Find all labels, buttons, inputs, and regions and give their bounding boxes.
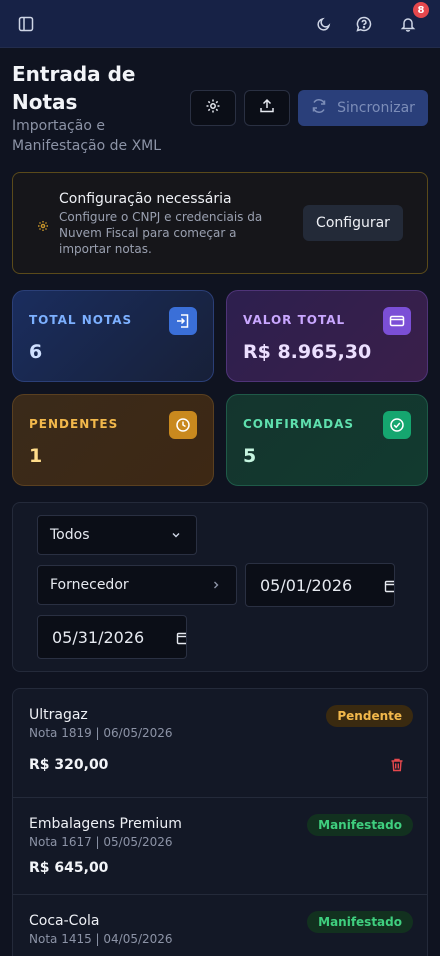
chevron-right-icon (210, 579, 222, 595)
calendar-icon (384, 578, 394, 597)
check-circle-icon (383, 411, 411, 439)
gear-warning-icon (37, 217, 49, 236)
stat-value: 1 (29, 445, 43, 467)
status-badge: Pendente (326, 705, 413, 727)
chevron-down-icon (170, 529, 182, 545)
refresh-icon (311, 98, 327, 118)
list-item[interactable]: Ultragaz Nota 1819 | 06/05/2026 R$ 320,0… (13, 689, 427, 798)
list-item[interactable]: Coca-Cola Nota 1415 | 04/05/2026 Manifes… (13, 895, 427, 956)
supplier-name: Embalagens Premium (29, 816, 182, 832)
notification-badge: 8 (413, 2, 429, 18)
upload-icon (259, 98, 275, 118)
trash-icon[interactable] (389, 757, 405, 777)
supplier-filter[interactable]: Fornecedor (37, 565, 237, 605)
credit-card-icon (383, 307, 411, 335)
status-select[interactable]: Todos (37, 515, 197, 555)
sync-label: Sincronizar (337, 100, 415, 116)
clock-icon (169, 411, 197, 439)
stat-value: 6 (29, 341, 43, 363)
note-amount: R$ 645,00 (29, 860, 109, 876)
moon-icon[interactable] (312, 12, 336, 36)
stat-label: PENDENTES (29, 417, 119, 431)
file-import-icon (169, 307, 197, 335)
date-from-value: 05/01/2026 (260, 575, 353, 595)
stat-card-confirmadas: CONFIRMADAS 5 (226, 394, 428, 486)
stat-value: 5 (243, 445, 257, 467)
notes-list: Ultragaz Nota 1819 | 06/05/2026 R$ 320,0… (12, 688, 428, 956)
configure-button[interactable]: Configurar (303, 205, 403, 241)
config-description: Configure o CNPJ e credenciais da Nuvem … (59, 210, 263, 256)
list-item[interactable]: Embalagens Premium Nota 1617 | 05/05/202… (13, 798, 427, 895)
stat-label: TOTAL NOTAS (29, 313, 133, 327)
status-select-value: Todos (50, 527, 90, 543)
stat-card-total-notas: TOTAL NOTAS 6 (12, 290, 214, 382)
config-title: Configuração necessária (59, 191, 232, 207)
page-title: Entrada de Notas (12, 62, 136, 114)
upload-button[interactable] (244, 90, 290, 126)
help-chat-icon[interactable] (352, 12, 376, 36)
stat-value: R$ 8.965,30 (243, 341, 372, 363)
note-meta: Nota 1617 | 05/05/2026 (29, 835, 173, 849)
config-notice: Configuração necessária Configure o CNPJ… (12, 172, 428, 274)
status-badge: Manifestado (307, 814, 413, 836)
gear-icon (205, 98, 221, 118)
sync-button[interactable]: Sincronizar (298, 90, 428, 126)
date-to-input[interactable]: 05/31/2026 (37, 615, 187, 659)
settings-button[interactable] (190, 90, 236, 126)
stat-label: VALOR TOTAL (243, 313, 346, 327)
date-to-value: 05/31/2026 (52, 627, 145, 647)
status-badge: Manifestado (307, 911, 413, 933)
stat-label: CONFIRMADAS (243, 417, 355, 431)
filters-panel: Todos Fornecedor 05/01/2026 05/31/2026 (12, 502, 428, 672)
supplier-name: Ultragaz (29, 707, 88, 723)
sidebar-toggle-icon[interactable] (14, 12, 38, 36)
calendar-icon (176, 630, 186, 649)
stat-card-pendentes: PENDENTES 1 (12, 394, 214, 486)
date-from-input[interactable]: 05/01/2026 (245, 563, 395, 607)
note-amount: R$ 320,00 (29, 757, 109, 773)
page-subtitle: Importação e Manifestação de XML (12, 118, 162, 154)
top-bar: 8 (0, 0, 440, 48)
note-meta: Nota 1819 | 06/05/2026 (29, 726, 173, 740)
supplier-name: Coca-Cola (29, 913, 100, 929)
supplier-filter-label: Fornecedor (50, 577, 129, 593)
note-meta: Nota 1415 | 04/05/2026 (29, 932, 173, 946)
stat-card-valor-total: VALOR TOTAL R$ 8.965,30 (226, 290, 428, 382)
